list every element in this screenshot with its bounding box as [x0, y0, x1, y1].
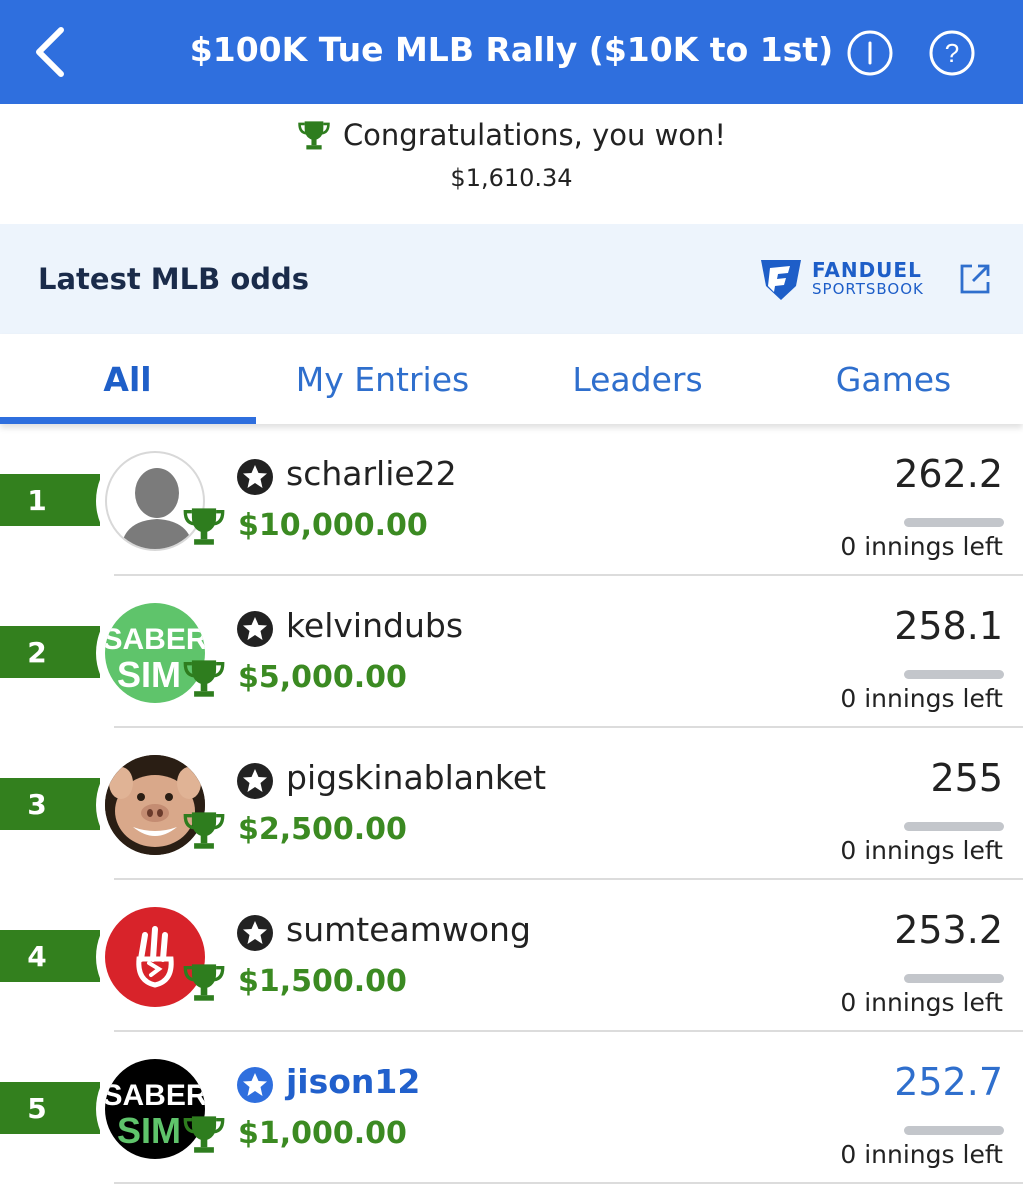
fantasy-score: 255	[930, 756, 1003, 800]
svg-text:SABER: SABER	[105, 1079, 205, 1112]
trophy-icon	[183, 1116, 225, 1153]
tab-my-entries[interactable]: My Entries	[255, 334, 510, 424]
rank-badge: 3	[0, 778, 100, 830]
progress-bar	[904, 518, 1004, 527]
back-button[interactable]	[26, 24, 72, 80]
prize-amount: $5,000.00	[238, 660, 407, 695]
fanduel-shield-icon	[761, 260, 801, 300]
username[interactable]: sumteamwong	[286, 910, 531, 949]
fantasy-score: 252.7	[894, 1060, 1003, 1104]
active-tab-indicator	[0, 417, 256, 424]
tab-all[interactable]: All	[0, 334, 255, 424]
username[interactable]: pigskinablanket	[286, 758, 546, 797]
progress-bar	[904, 822, 1004, 831]
svg-text:SIM: SIM	[117, 654, 181, 695]
svg-text:?: ?	[945, 38, 959, 68]
odds-banner[interactable]: Latest MLB odds FANDUEL SPORTSBOOK	[0, 224, 1023, 334]
fantasy-score: 258.1	[894, 604, 1003, 648]
leaderboard-row[interactable]: 4 sumteamwong $1,500.00 253.2 0 innings …	[0, 880, 1023, 1032]
rank-badge: 1	[0, 474, 100, 526]
sportsbook-brand: FANDUEL SPORTSBOOK	[812, 258, 924, 298]
tab-leaders[interactable]: Leaders	[510, 334, 765, 424]
star-badge-icon	[237, 915, 273, 951]
progress-bar	[904, 974, 1004, 983]
help-button[interactable]: ?	[928, 29, 976, 77]
tab-games[interactable]: Games	[766, 334, 1021, 424]
rank-badge: 4	[0, 930, 100, 982]
trophy-icon	[183, 812, 225, 849]
info-button[interactable]	[846, 29, 894, 77]
innings-remaining: 0 innings left	[840, 988, 1003, 1017]
username[interactable]: scharlie22	[286, 454, 457, 493]
external-link-icon[interactable]	[958, 262, 992, 296]
question-icon: ?	[929, 30, 975, 76]
star-badge-icon	[237, 1067, 273, 1103]
rank-badge: 2	[0, 626, 100, 678]
win-message: Congratulations, you won!	[342, 118, 727, 152]
trophy-icon	[183, 964, 225, 1001]
winnings-banner: Congratulations, you won! $1,610.34	[0, 104, 1023, 224]
prize-amount: $1,500.00	[238, 964, 407, 999]
leaderboard-row[interactable]: 1 scharlie22 $10,000.00 262.2 0 innings …	[0, 424, 1023, 576]
prize-amount: $10,000.00	[238, 508, 428, 543]
innings-remaining: 0 innings left	[840, 684, 1003, 713]
innings-remaining: 0 innings left	[840, 836, 1003, 865]
leaderboard-row[interactable]: 2 SABER SIM kelvindubs $5,000.00 258.1 0…	[0, 576, 1023, 728]
top-nav-bar: $100K Tue MLB Rally ($10K to 1st) ?	[0, 0, 1023, 104]
trophy-icon	[183, 660, 225, 697]
star-badge-icon	[237, 611, 273, 647]
trophy-icon	[183, 508, 225, 545]
innings-remaining: 0 innings left	[840, 532, 1003, 561]
username[interactable]: jison12	[286, 1062, 420, 1101]
progress-bar	[904, 670, 1004, 679]
fantasy-score: 253.2	[894, 908, 1003, 952]
tab-bar: All My Entries Leaders Games	[0, 334, 1023, 424]
info-icon	[847, 30, 893, 76]
odds-title: Latest MLB odds	[38, 262, 310, 296]
chevron-left-icon	[36, 27, 64, 77]
svg-text:SABER: SABER	[105, 623, 205, 656]
leaderboard-row[interactable]: 3 pigskinablanket $2,500.00 255 0 inning…	[0, 728, 1023, 880]
prize-amount: $1,000.00	[238, 1116, 407, 1151]
star-badge-icon	[237, 763, 273, 799]
leaderboard-row-my-entry[interactable]: 5 SABER SIM jison12 $1,000.00 252.7 0 in…	[0, 1032, 1023, 1184]
contest-title: $100K Tue MLB Rally ($10K to 1st)	[189, 30, 834, 69]
fantasy-score: 262.2	[894, 452, 1003, 496]
trophy-icon	[298, 121, 330, 150]
star-badge-icon	[237, 459, 273, 495]
username[interactable]: kelvindubs	[286, 606, 463, 645]
win-amount: $1,610.34	[450, 164, 573, 192]
rank-badge: 5	[0, 1082, 100, 1134]
svg-text:SIM: SIM	[117, 1110, 181, 1151]
innings-remaining: 0 innings left	[840, 1140, 1003, 1169]
prize-amount: $2,500.00	[238, 812, 407, 847]
progress-bar	[904, 1126, 1004, 1135]
